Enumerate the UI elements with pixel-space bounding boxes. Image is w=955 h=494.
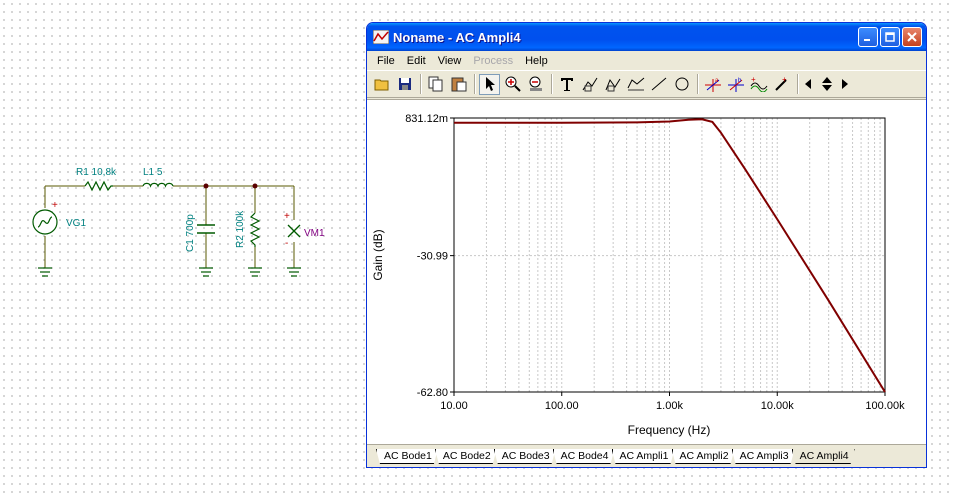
zoom-100-button[interactable] (525, 74, 546, 95)
vm1-label: VM1 (304, 228, 325, 239)
close-button[interactable] (902, 27, 922, 47)
tab-ac-bode2[interactable]: AC Bode2 (435, 449, 497, 464)
window-title: Noname - AC Ampli4 (393, 29, 521, 45)
app-icon (373, 30, 389, 44)
gain-chart[interactable]: 10.00 100.00 1.00k 10.00k 100.00k 831.12m -30.… (367, 100, 926, 445)
r2-resistor (249, 212, 261, 247)
tab-strip: AC Bode1 AC Bode2 AC Bode3 AC Bode4 AC Ampli… (367, 444, 926, 467)
cursor-a-icon: a (704, 78, 721, 92)
y-axis-label: Gain (dB) (371, 229, 385, 280)
menu-bar: File Edit View Process Help (367, 51, 926, 70)
open-icon (374, 79, 388, 91)
copy-icon (428, 76, 442, 92)
c1-label: C1 700p (185, 214, 196, 252)
plot-area[interactable]: 10.00 100.00 1.00k 10.00k 100.00k 831.12m -30.… (367, 99, 926, 445)
cursor-a-button[interactable]: a (702, 74, 723, 95)
vm1-minus: - (285, 238, 288, 249)
tab-ac-ampli3[interactable]: AC Ampli3 (732, 449, 795, 464)
minimize-icon (864, 39, 870, 41)
tab-ac-ampli4[interactable]: AC Ampli4 (792, 449, 855, 464)
add-marker-button[interactable]: + (771, 74, 792, 95)
l1-inductor (142, 182, 174, 188)
save-icon (398, 78, 411, 90)
tab-ac-bode4[interactable]: AC Bode4 (553, 449, 615, 464)
arrow-right-button[interactable] (839, 74, 851, 95)
arrow-right-icon (842, 79, 848, 89)
svg-text:+: + (751, 76, 756, 84)
legend-button[interactable] (625, 74, 646, 95)
circle-button[interactable] (671, 74, 692, 95)
svg-text:+: + (782, 76, 787, 84)
pointer-icon (485, 77, 495, 91)
ground-symbols (38, 267, 301, 277)
arrow-updown-icon (821, 77, 832, 91)
r1-resistor (84, 180, 113, 192)
vg1-label: VG1 (66, 218, 86, 229)
text-button[interactable] (556, 74, 577, 95)
toolbar: a b + + (367, 70, 926, 98)
copy-button[interactable] (425, 74, 446, 95)
arrow-left-icon (805, 79, 811, 89)
line-button[interactable] (648, 74, 669, 95)
paste-button[interactable] (448, 74, 469, 95)
x-axis-label: Frequency (Hz) (628, 423, 711, 437)
x-tick-label: 1.00k (656, 400, 683, 412)
y-tick-label: 831.12m (405, 113, 448, 125)
x-tick-label: 100.00k (865, 400, 905, 412)
x-tick-label: 100.00 (545, 400, 579, 412)
circle-icon (675, 77, 688, 91)
formula-button[interactable] (579, 74, 600, 95)
l1-label: L1 5 (143, 167, 163, 178)
menu-help[interactable]: Help (519, 55, 554, 67)
title-bar[interactable]: Noname - AC Ampli4 (367, 23, 926, 51)
add-curve-icon: + (750, 76, 767, 92)
r1-label: R1 10,8k (76, 167, 117, 178)
minimize-button[interactable] (858, 27, 878, 47)
add-curve-button[interactable]: + (748, 74, 769, 95)
tab-ac-ampli1[interactable]: AC Ampli1 (612, 449, 675, 464)
zoom-100-icon (529, 76, 542, 91)
r2-label: R2 100k (235, 210, 246, 248)
x-tick-label: 10.00 (440, 400, 468, 412)
menu-process: Process (473, 54, 514, 67)
add-marker-icon: + (774, 76, 787, 91)
maximize-button[interactable] (880, 27, 900, 47)
zoom-in-icon (505, 76, 521, 92)
cursor-b-icon: b (727, 78, 744, 92)
paste-icon (451, 77, 466, 92)
circuit-schematic: + + - R1 10,8k L1 5 C1 700p R2 100k VG1 … (32, 167, 325, 277)
x-tick-label: 10.00k (761, 400, 795, 412)
maximize-icon (885, 32, 895, 42)
formula-icon (582, 77, 597, 92)
c1-capacitor (197, 224, 215, 234)
vg1-plus: + (52, 200, 58, 211)
formula2-icon (605, 78, 620, 92)
tab-ac-ampli2[interactable]: AC Ampli2 (672, 449, 735, 464)
pointer-button[interactable] (479, 73, 500, 95)
diagram-window: Noname - AC Ampli4 File Edit View Proces… (366, 22, 927, 468)
save-button[interactable] (394, 74, 415, 95)
tab-ac-bode3[interactable]: AC Bode3 (494, 449, 556, 464)
text-icon (560, 78, 573, 91)
menu-view[interactable]: View (432, 55, 468, 67)
cursor-b-button[interactable]: b (725, 74, 746, 95)
y-tick-label: -30.99 (417, 251, 448, 263)
arrow-updown-button[interactable] (816, 74, 837, 95)
tab-ac-bode1[interactable]: AC Bode1 (376, 449, 438, 464)
open-button[interactable] (371, 74, 392, 95)
y-tick-label: -62.80 (417, 387, 448, 399)
zoom-in-button[interactable] (502, 74, 523, 95)
vm1-voltmeter (287, 224, 301, 238)
legend-icon (627, 77, 644, 91)
vm1-plus: + (284, 211, 290, 222)
close-icon (907, 32, 917, 42)
arrow-left-button[interactable] (802, 74, 814, 95)
formula2-button[interactable] (602, 74, 623, 95)
line-icon (651, 77, 666, 91)
menu-file[interactable]: File (371, 55, 401, 67)
menu-edit[interactable]: Edit (401, 55, 432, 67)
